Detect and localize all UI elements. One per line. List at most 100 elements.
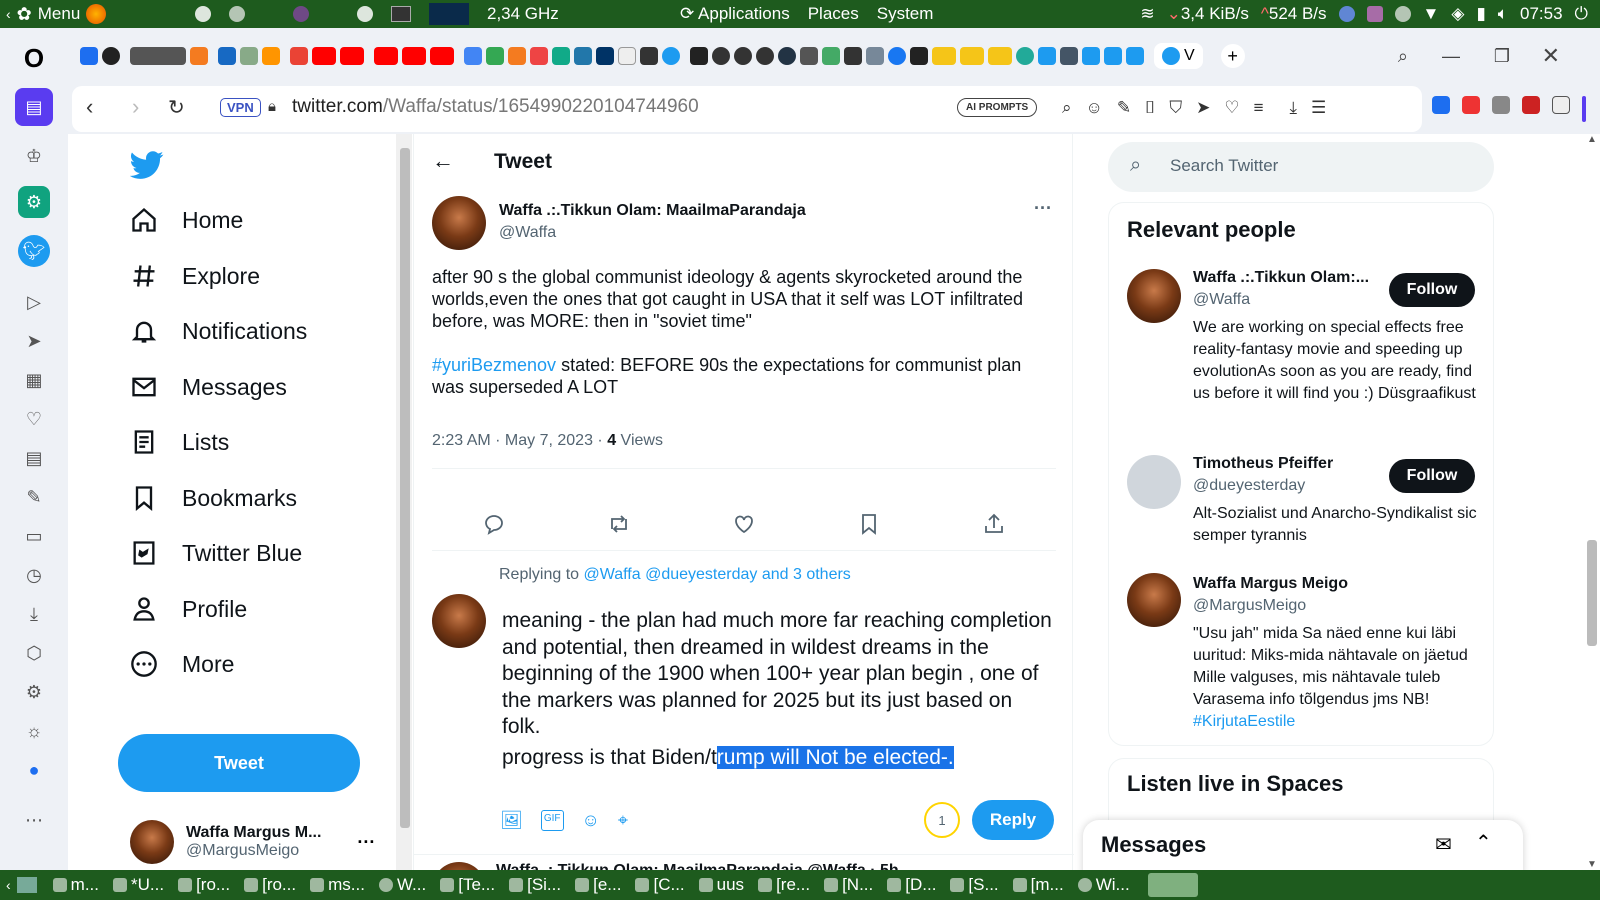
- hashtag-link[interactable]: #yuriBezmenov: [432, 355, 556, 375]
- taskbar-item[interactable]: Wi...: [1077, 875, 1130, 895]
- restore-icon[interactable]: ❐: [1494, 46, 1510, 67]
- back-button[interactable]: ‹: [86, 94, 93, 120]
- tab-favicon[interactable]: [240, 47, 258, 65]
- taskbar-item[interactable]: [S...: [950, 875, 999, 895]
- person-avatar[interactable]: [1127, 269, 1181, 323]
- scrollbar-thumb[interactable]: [1587, 540, 1597, 646]
- taskbar-item[interactable]: [ro...: [178, 875, 230, 895]
- pen-icon[interactable]: ✎: [1117, 98, 1131, 118]
- tab-favicon[interactable]: [190, 47, 208, 65]
- tab-favicon[interactable]: [218, 47, 236, 65]
- heart-icon[interactable]: ♡: [18, 403, 50, 435]
- twitter-tab-icon[interactable]: [1104, 47, 1122, 65]
- menu-places[interactable]: Places: [808, 4, 859, 24]
- google-icon[interactable]: [486, 47, 504, 65]
- lock-icon[interactable]: 🔒︎: [268, 98, 276, 115]
- scrollbar-thumb[interactable]: [400, 148, 410, 828]
- imdb-icon[interactable]: [932, 47, 956, 65]
- author-avatar[interactable]: [432, 196, 486, 250]
- gmail-icon[interactable]: [290, 47, 308, 65]
- camera-icon[interactable]: ⌷: [1145, 98, 1155, 118]
- emoji-icon[interactable]: ☺: [582, 810, 600, 831]
- location-icon[interactable]: ⌖: [618, 810, 628, 831]
- taskbar-item[interactable]: [ro...: [244, 875, 296, 895]
- extension-icon[interactable]: [1462, 96, 1480, 114]
- reply-button[interactable]: Reply: [972, 800, 1054, 840]
- tab-favicon[interactable]: [734, 47, 752, 65]
- person-name[interactable]: Timotheus Pfeiffer: [1193, 455, 1333, 473]
- tab-favicon[interactable]: [866, 47, 884, 65]
- sidebar-toggle[interactable]: [1582, 96, 1586, 122]
- battery-icon[interactable]: ▮: [1476, 4, 1485, 24]
- tab-favicon[interactable]: [508, 47, 526, 65]
- hashtag-link[interactable]: #KirjutaEestile: [1193, 713, 1295, 730]
- twitter-tab-icon[interactable]: [1038, 47, 1056, 65]
- opera-logo-icon[interactable]: O: [18, 42, 50, 74]
- volume-icon[interactable]: 🔈︎: [1498, 4, 1508, 24]
- tab-favicon[interactable]: [640, 47, 658, 65]
- firefox-tab-icon[interactable]: [262, 47, 280, 65]
- cube-extension-icon[interactable]: [1552, 96, 1570, 114]
- network-tray-icon[interactable]: ▼: [1423, 4, 1440, 24]
- compose-tweet-button[interactable]: Tweet: [118, 734, 360, 792]
- shield-icon[interactable]: ⛉: [1169, 98, 1182, 118]
- imdb-icon[interactable]: [960, 47, 984, 65]
- extension-icon[interactable]: [1522, 96, 1540, 114]
- follow-button[interactable]: Follow: [1389, 273, 1475, 307]
- tab-favicon[interactable]: [130, 47, 186, 65]
- nav-twitter-blue[interactable]: Twitter Blue: [130, 539, 302, 567]
- emoji-icon[interactable]: ☺: [1086, 98, 1103, 118]
- person-name[interactable]: Waffa .:.Tikkun Olam:...: [1193, 269, 1369, 287]
- back-arrow-icon[interactable]: ‹: [6, 6, 11, 22]
- lens-icon[interactable]: ⌕: [1062, 98, 1072, 118]
- tabs-icon[interactable]: ▭: [18, 520, 50, 552]
- scroll-up-icon[interactable]: ▲: [1587, 134, 1597, 145]
- search-tabs-icon[interactable]: ⌕: [1398, 46, 1408, 67]
- vpn-badge[interactable]: VPN: [220, 98, 261, 117]
- settings-icon[interactable]: ⚙: [18, 676, 50, 708]
- tab-favicon[interactable]: [756, 47, 774, 65]
- person-handle[interactable]: @dueyesterday: [1193, 477, 1305, 495]
- menu-system[interactable]: System: [877, 4, 934, 24]
- taskbar-item[interactable]: [m...: [1012, 875, 1064, 895]
- easy-setup-icon[interactable]: ☰: [1311, 98, 1326, 118]
- tab-favicon[interactable]: [910, 47, 928, 65]
- new-tab-button[interactable]: +: [1220, 44, 1245, 68]
- power-icon[interactable]: ⏻: [1575, 4, 1588, 24]
- reload-button[interactable]: ↻: [168, 95, 185, 120]
- nav-lists[interactable]: Lists: [130, 428, 229, 456]
- search-box[interactable]: ⌕ Search Twitter: [1108, 142, 1494, 192]
- edit-icon[interactable]: ✎: [18, 481, 50, 513]
- next-tweet-preview[interactable]: Waffa .:.Tikkun Olam: MaailmaParandaja @…: [432, 862, 899, 870]
- youtube-icon[interactable]: [312, 47, 336, 65]
- tab-favicon[interactable]: [80, 47, 98, 65]
- wifi-icon[interactable]: ≋: [1140, 4, 1154, 24]
- replying-to-link[interactable]: @Waffa @dueyesterday and 3 others: [584, 566, 851, 583]
- send-icon[interactable]: ➤: [18, 325, 50, 357]
- twitter-tab-icon[interactable]: [1082, 47, 1100, 65]
- tab-favicon[interactable]: [844, 47, 862, 65]
- puzzle-icon[interactable]: [1492, 96, 1510, 114]
- nav-bookmarks[interactable]: Bookmarks: [130, 484, 297, 512]
- taskbar-item[interactable]: uus: [698, 875, 744, 895]
- twitter-sidebar-icon[interactable]: 🐦︎: [18, 235, 50, 267]
- tab-favicon[interactable]: [822, 47, 840, 65]
- search-input[interactable]: Search Twitter: [1170, 156, 1278, 176]
- reply-icon[interactable]: [482, 512, 506, 536]
- cube-icon[interactable]: ⬡: [18, 637, 50, 669]
- menu-applications[interactable]: ⟳ Applications: [680, 4, 790, 24]
- taskbar-item[interactable]: [e...: [575, 875, 621, 895]
- history-icon[interactable]: ◷: [18, 559, 50, 591]
- nav-explore[interactable]: Explore: [130, 262, 260, 290]
- like-icon[interactable]: [732, 512, 756, 536]
- bookmark-action-icon[interactable]: [857, 512, 881, 536]
- back-arrow-icon[interactable]: ←: [432, 148, 454, 174]
- person-handle[interactable]: @MargusMeigo: [1193, 597, 1306, 615]
- speed-dial-icon[interactable]: ▦: [18, 364, 50, 396]
- bulb-icon[interactable]: ☼: [18, 715, 50, 747]
- taskbar-item[interactable]: m...: [52, 875, 99, 895]
- tab-favicon[interactable]: [596, 47, 614, 65]
- a-launcher-icon[interactable]: [195, 6, 211, 22]
- image-icon[interactable]: 🖼︎: [500, 810, 523, 831]
- tab-favicon[interactable]: [552, 47, 570, 65]
